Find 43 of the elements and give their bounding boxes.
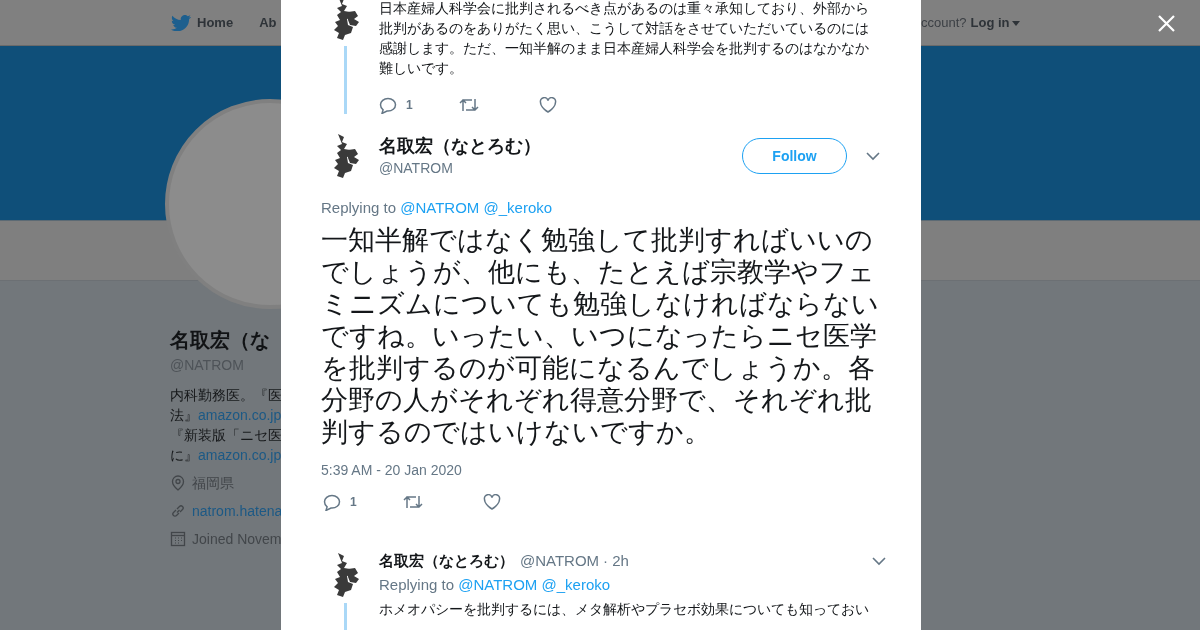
reply-icon[interactable]	[323, 493, 341, 511]
mention-link[interactable]: @_keroko	[541, 576, 611, 593]
bio-text: 内科勤務医。『医	[170, 386, 282, 405]
bio-link[interactable]: amazon.co.jp	[198, 405, 282, 425]
link-icon	[170, 503, 186, 519]
mention-link[interactable]: @_keroko	[483, 199, 553, 216]
user-handle: @NATROM	[520, 551, 600, 571]
website-link[interactable]: natrom.hatena	[192, 501, 283, 521]
tweet-timestamp: 5:39 AM - 20 Jan 2020	[321, 461, 463, 480]
chevron-down-icon[interactable]	[866, 151, 880, 161]
login-link[interactable]: Log in	[970, 13, 1020, 33]
mention-link[interactable]: @NATROM	[400, 199, 480, 216]
reply-count: 1	[350, 494, 357, 511]
user-name: 名取宏（なとろむ）	[379, 551, 514, 571]
profile-name: 名取宏（な	[170, 328, 270, 353]
nav-link[interactable]: Home	[171, 12, 234, 33]
bird-icon	[171, 14, 191, 31]
nav-link[interactable]: Ab	[259, 12, 277, 33]
retweet-icon[interactable]	[403, 494, 423, 510]
account-prompt: ccount?	[921, 14, 967, 33]
retweet-icon[interactable]	[459, 97, 479, 113]
mention-link[interactable]: @NATROM	[458, 576, 538, 593]
heart-icon[interactable]	[539, 97, 557, 113]
tweet-text: 一知半解ではなく勉強して批判すればいいのでしょうが、他にも、たとえば宗教学やフェミニズムについても勉強しなければならないですね。いったい、いつになったらニセ医学を批判するのが可能になるんでしょうか。各分野の人がそれぞれ得意分野で、それぞれ批判するのではいけないですか。	[321, 224, 880, 448]
reply-icon[interactable]	[379, 96, 397, 114]
close-icon[interactable]	[1158, 15, 1175, 32]
tweet-text: ホメオパシーを批判するには、メタ解析やプラセボ効果についても知っておい	[379, 600, 870, 619]
replying-to-line: Replying to @NATROM @_keroko	[321, 198, 554, 218]
bio-text: 『新装版「ニセ医	[170, 426, 282, 445]
bio-text: 法』	[170, 406, 198, 425]
location-pin-icon	[170, 475, 186, 491]
user-name: 名取宏（なとろむ）	[379, 135, 542, 158]
replying-to-line: Replying to @NATROM @_keroko	[379, 575, 612, 595]
reply-count: 1	[406, 97, 413, 114]
bio-link[interactable]: amazon.co.jp	[198, 445, 282, 465]
heart-icon[interactable]	[483, 494, 501, 510]
calendar-icon	[170, 531, 186, 547]
bio-text: に』	[170, 446, 198, 465]
tweet-time: · 2h	[603, 551, 629, 571]
chevron-down-icon[interactable]	[872, 557, 886, 566]
caret-icon	[1011, 20, 1020, 26]
tweet-text: 日本産婦人科学会に批判されるべき点があるのは重々承知しており、外部から批判があるのをありがたく思い、こうして対話をさせていただいているのには感謝します。ただ、一知半解のまま日本産婦人科学会を批判するのはなかなか難しいです。	[379, 0, 870, 78]
user-handle: @NATROM	[379, 159, 454, 178]
